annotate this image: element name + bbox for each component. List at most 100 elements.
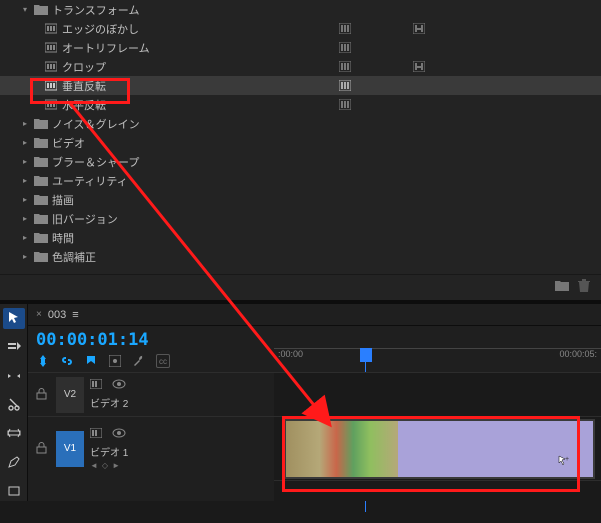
track-select-tool[interactable] <box>3 337 25 358</box>
folder-icon <box>34 251 48 263</box>
source-patch-icon[interactable] <box>90 428 104 442</box>
folder-icon <box>34 156 48 168</box>
source-patch-icon[interactable] <box>90 379 104 393</box>
drop-cursor-icon: + <box>558 455 568 465</box>
settings-icon[interactable] <box>108 354 122 368</box>
folder-icon <box>34 137 48 149</box>
track-name-v2: ビデオ 2 <box>90 395 128 410</box>
trash-icon[interactable] <box>577 279 591 293</box>
folder-label: ユーティリティ <box>52 173 128 189</box>
track-header-v2[interactable]: V2 ビデオ 2 <box>28 372 274 416</box>
folder-blur-sharpen[interactable]: ▸ ブラー＆シャープ <box>0 152 601 171</box>
slip-tool[interactable] <box>3 423 25 444</box>
folder-icon <box>34 118 48 130</box>
ruler-tick-end: 00:00:05: <box>559 349 597 359</box>
eye-icon[interactable] <box>112 428 126 442</box>
selection-tool[interactable] <box>3 308 25 329</box>
snap-icon[interactable] <box>36 354 50 368</box>
chevron-right-icon: ▸ <box>20 176 30 186</box>
yuv-icon <box>412 60 426 74</box>
track-toggle-v2[interactable]: V2 <box>56 377 84 413</box>
sequence-tab[interactable]: × 003 ≡ <box>28 304 601 326</box>
razor-tool[interactable] <box>3 394 25 415</box>
track-lane-v1[interactable]: fx AdobeStock_200933844.mp4 + <box>274 416 601 480</box>
eye-icon[interactable] <box>112 379 126 393</box>
sequence-name: 003 <box>48 309 66 321</box>
close-tab-icon[interactable]: × <box>36 309 42 320</box>
preset-horizontal-flip[interactable]: 水平反転 <box>0 95 601 114</box>
folder-legacy[interactable]: ▸ 旧バージョン <box>0 209 601 228</box>
folder-icon <box>34 4 48 16</box>
folder-video[interactable]: ▸ ビデオ <box>0 133 601 152</box>
playhead[interactable] <box>360 348 372 362</box>
chevron-right-icon: ▸ <box>20 138 30 148</box>
cc-icon[interactable]: cc <box>156 354 170 368</box>
video-clip[interactable]: fx AdobeStock_200933844.mp4 + <box>284 419 595 479</box>
accel-icon <box>338 79 352 93</box>
wrench-icon[interactable] <box>132 354 146 368</box>
linked-selection-icon[interactable] <box>60 354 74 368</box>
track-name-v1: ビデオ 1 <box>90 444 128 459</box>
chevron-right-icon: ▸ <box>20 233 30 243</box>
pen-tool[interactable] <box>3 452 25 473</box>
timecode-display[interactable]: 00:00:01:14 <box>36 330 266 350</box>
folder-label: ビデオ <box>52 135 85 151</box>
track-lane-a1[interactable] <box>274 480 601 500</box>
accel-icon <box>338 60 352 74</box>
chevron-right-icon: ▸ <box>20 119 30 129</box>
folder-color-correct[interactable]: ▸ 色調補正 <box>0 247 601 266</box>
timeline-panel: × 003 ≡ 00:00:01:14 cc :00:00 00:00: <box>0 304 601 501</box>
time-ruler[interactable]: :00:00 00:00:05: <box>274 326 601 372</box>
track-header-v1[interactable]: V1 ビデオ 1 ◄◇► <box>28 416 274 480</box>
preset-icon <box>44 61 58 73</box>
preset-label: 垂直反転 <box>62 78 106 94</box>
effects-panel: ▾ トランスフォーム エッジのぼかし オートリフレーム クロップ 垂直反転 <box>0 0 601 300</box>
folder-time[interactable]: ▸ 時間 <box>0 228 601 247</box>
keyframe-nav[interactable]: ◄◇► <box>90 461 128 470</box>
clip-body: + <box>398 421 593 477</box>
marker-icon[interactable] <box>84 354 98 368</box>
preset-icon <box>44 99 58 111</box>
preset-label: 水平反転 <box>62 97 106 113</box>
folder-label: ブラー＆シャープ <box>52 154 139 170</box>
lock-icon[interactable] <box>36 442 50 456</box>
new-bin-icon[interactable] <box>555 279 569 293</box>
preset-edge-blur[interactable]: エッジのぼかし <box>0 19 601 38</box>
folder-icon <box>34 194 48 206</box>
folder-label: 旧バージョン <box>52 211 118 227</box>
folder-noise-grain[interactable]: ▸ ノイズ＆グレイン <box>0 114 601 133</box>
accel-icon <box>338 41 352 55</box>
chevron-right-icon: ▸ <box>20 157 30 167</box>
folder-transform[interactable]: ▾ トランスフォーム <box>0 0 601 19</box>
chevron-right-icon: ▸ <box>20 214 30 224</box>
track-toggle-v1[interactable]: V1 <box>56 431 84 467</box>
folder-icon <box>34 175 48 187</box>
track-lane-v2[interactable] <box>274 372 601 416</box>
rectangle-tool[interactable] <box>3 480 25 501</box>
chevron-right-icon: ▸ <box>20 195 30 205</box>
ripple-edit-tool[interactable] <box>3 365 25 386</box>
folder-icon <box>34 213 48 225</box>
preset-crop[interactable]: クロップ <box>0 57 601 76</box>
preset-icon <box>44 80 58 92</box>
folder-label: 描画 <box>52 192 74 208</box>
clip-thumbnail <box>286 421 398 477</box>
preset-label: オートリフレーム <box>62 40 150 56</box>
preset-vertical-flip[interactable]: 垂直反転 <box>0 76 601 95</box>
preset-auto-reframe[interactable]: オートリフレーム <box>0 38 601 57</box>
folder-label: 時間 <box>52 230 74 246</box>
svg-text:+: + <box>565 456 569 463</box>
folder-icon <box>34 232 48 244</box>
accel-icon <box>338 22 352 36</box>
preset-icon <box>44 42 58 54</box>
folder-utility[interactable]: ▸ ユーティリティ <box>0 171 601 190</box>
preset-label: クロップ <box>62 59 106 75</box>
chevron-down-icon: ▾ <box>20 5 30 15</box>
preset-label: エッジのぼかし <box>62 21 139 37</box>
tab-menu-icon[interactable]: ≡ <box>72 309 78 321</box>
folder-draw[interactable]: ▸ 描画 <box>0 190 601 209</box>
tool-column <box>0 304 28 501</box>
folder-label: 色調補正 <box>52 249 96 265</box>
lock-icon[interactable] <box>36 388 50 402</box>
yuv-icon <box>412 22 426 36</box>
